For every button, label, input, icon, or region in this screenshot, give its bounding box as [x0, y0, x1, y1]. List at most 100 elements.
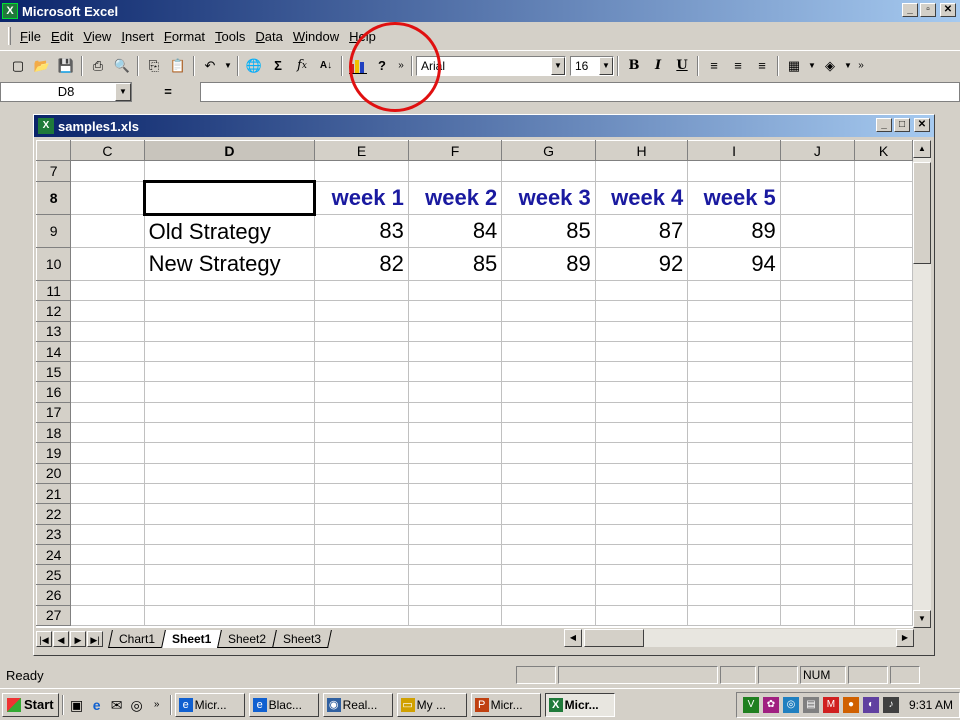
cell[interactable]: [70, 482, 145, 505]
cell[interactable]: [70, 300, 145, 322]
cell[interactable]: [779, 214, 855, 248]
cell[interactable]: [687, 564, 781, 586]
cell[interactable]: [501, 523, 596, 545]
cell[interactable]: [779, 482, 855, 505]
scroll-right-icon[interactable]: ▶: [896, 629, 914, 647]
cell[interactable]: [501, 462, 596, 484]
cell[interactable]: [687, 543, 781, 566]
row-header[interactable]: 8: [36, 181, 72, 215]
cell[interactable]: 85: [407, 247, 503, 281]
network-icon[interactable]: ◎: [782, 696, 799, 713]
cell[interactable]: [687, 482, 781, 505]
cell[interactable]: [143, 564, 316, 586]
edit-formula-button[interactable]: =: [136, 82, 200, 102]
close-button[interactable]: ✕: [914, 118, 930, 132]
cell[interactable]: [779, 422, 855, 444]
cell[interactable]: [501, 279, 596, 302]
cell[interactable]: week 2: [407, 181, 503, 215]
cell[interactable]: [853, 381, 913, 403]
cell[interactable]: [501, 584, 596, 606]
cell[interactable]: [70, 422, 145, 444]
cell[interactable]: [687, 604, 781, 627]
cell[interactable]: [594, 503, 689, 525]
cell[interactable]: [70, 543, 145, 566]
cell[interactable]: [594, 604, 689, 627]
cell[interactable]: [594, 320, 689, 342]
paste-icon[interactable]: 📋: [167, 55, 189, 77]
cell[interactable]: [407, 160, 503, 182]
cell[interactable]: [70, 381, 145, 403]
cell[interactable]: [143, 482, 316, 505]
bold-icon[interactable]: B: [623, 55, 645, 77]
cell[interactable]: [779, 320, 855, 342]
cell[interactable]: [407, 543, 503, 566]
cell[interactable]: [314, 279, 409, 302]
fill-dropdown-icon[interactable]: ▼: [843, 55, 853, 77]
active-cell[interactable]: [142, 180, 317, 216]
close-button[interactable]: ✕: [940, 3, 956, 17]
cell[interactable]: [143, 361, 316, 383]
cell[interactable]: [779, 401, 855, 424]
cell[interactable]: [779, 543, 855, 566]
cell[interactable]: [143, 160, 316, 182]
task-button[interactable]: e Blac...: [248, 692, 319, 717]
cell[interactable]: [853, 482, 913, 505]
cell[interactable]: [70, 340, 145, 363]
save-icon[interactable]: 💾: [55, 55, 77, 77]
chevron-down-icon[interactable]: ▼: [599, 56, 613, 75]
menu-file[interactable]: File: [15, 29, 46, 44]
cell[interactable]: [779, 300, 855, 322]
cell[interactable]: [314, 523, 409, 545]
cell[interactable]: [853, 214, 913, 248]
cell[interactable]: 87: [594, 214, 689, 248]
cell[interactable]: [687, 422, 781, 444]
cell[interactable]: [853, 584, 913, 606]
cell[interactable]: New Strategy: [143, 247, 316, 281]
column-header[interactable]: J: [779, 140, 855, 161]
cell[interactable]: [501, 160, 596, 182]
cell[interactable]: [314, 401, 409, 424]
cell[interactable]: [687, 401, 781, 424]
more-buttons-icon[interactable]: »: [855, 55, 867, 77]
row-header[interactable]: 14: [36, 340, 72, 363]
tab-sheet3[interactable]: Sheet3: [272, 630, 333, 648]
cell[interactable]: [594, 422, 689, 444]
cell[interactable]: [779, 279, 855, 302]
cell[interactable]: [70, 320, 145, 342]
menu-data[interactable]: Data: [250, 29, 287, 44]
cell[interactable]: [314, 564, 409, 586]
tray-app-icon[interactable]: ◐: [862, 696, 879, 713]
cell[interactable]: [314, 482, 409, 505]
cell[interactable]: [501, 422, 596, 444]
chevron-down-icon[interactable]: ▼: [115, 82, 131, 101]
cell[interactable]: [853, 247, 913, 281]
cell[interactable]: 83: [314, 214, 409, 248]
scroll-down-icon[interactable]: ▼: [913, 610, 931, 628]
cell[interactable]: [779, 584, 855, 606]
cell[interactable]: [779, 361, 855, 383]
undo-dropdown-icon[interactable]: ▼: [223, 55, 233, 77]
tray-app-icon[interactable]: ●: [842, 696, 859, 713]
cell[interactable]: [779, 340, 855, 363]
cell[interactable]: [687, 160, 781, 182]
row-header[interactable]: 15: [36, 361, 72, 383]
cell[interactable]: [853, 503, 913, 525]
row-header[interactable]: 17: [36, 401, 72, 424]
row-header[interactable]: 12: [36, 300, 72, 322]
tray-app-icon[interactable]: ✿: [762, 696, 779, 713]
row-header[interactable]: 27: [36, 604, 72, 627]
task-button[interactable]: e Micr...: [174, 692, 245, 717]
vertical-scrollbar[interactable]: ▲ ▼: [913, 140, 931, 628]
cell[interactable]: [501, 503, 596, 525]
cell[interactable]: [853, 361, 913, 383]
cell[interactable]: [779, 442, 855, 464]
scroll-up-icon[interactable]: ▲: [913, 140, 931, 158]
cell[interactable]: [594, 381, 689, 403]
cell[interactable]: [853, 564, 913, 586]
scroll-thumb[interactable]: [913, 162, 931, 264]
cell[interactable]: [314, 361, 409, 383]
cell[interactable]: [501, 300, 596, 322]
row-header[interactable]: 21: [36, 482, 72, 505]
cell[interactable]: [779, 564, 855, 586]
cell[interactable]: [594, 564, 689, 586]
